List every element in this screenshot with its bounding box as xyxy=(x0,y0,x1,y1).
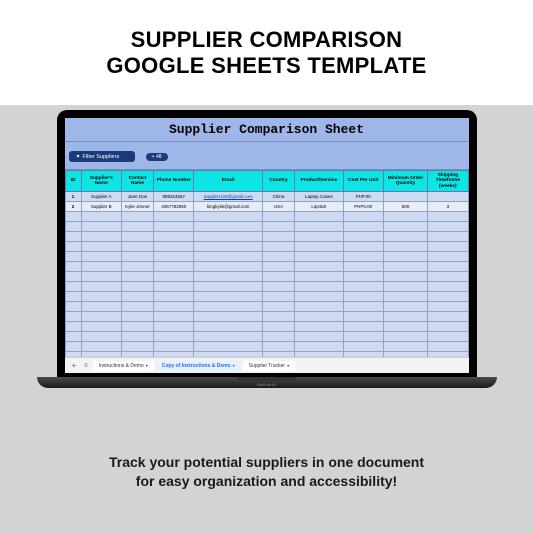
all-sheets-button[interactable]: ≡ xyxy=(81,363,91,369)
sheet-title: Supplier Comparison Sheet xyxy=(65,118,469,142)
table-row[interactable] xyxy=(65,321,468,331)
table-row[interactable] xyxy=(65,241,468,251)
cell-product[interactable]: Laptop Cases xyxy=(295,191,343,201)
col-country[interactable]: Country xyxy=(262,171,294,192)
chevron-down-icon: ▾ xyxy=(233,363,235,368)
col-email[interactable]: Email xyxy=(194,171,263,192)
table-row[interactable] xyxy=(65,311,468,321)
add-pill[interactable]: + 48 xyxy=(146,153,168,161)
cell-phone[interactable]: 989324567 xyxy=(154,191,194,201)
cell-cost[interactable]: PHP0.00 xyxy=(343,201,383,211)
laptop-mockup: Supplier Comparison Sheet Filter Supplie… xyxy=(57,110,477,388)
tagline: Track your potential suppliers in one do… xyxy=(0,453,533,491)
table-body: 1 Supplier A Jane Doe 989324567 Supplier… xyxy=(65,191,468,371)
cell-id[interactable]: 1 xyxy=(65,191,81,201)
tagline-line-1: Track your potential suppliers in one do… xyxy=(109,454,424,470)
filter-label: Filter Suppliers xyxy=(83,154,120,160)
table-row[interactable] xyxy=(65,301,468,311)
chevron-down-icon: ▾ xyxy=(146,363,148,368)
tagline-line-2: for easy organization and accessibility! xyxy=(136,473,397,489)
col-id[interactable]: ID xyxy=(65,171,81,192)
cell-email[interactable]: kingkylie@gmail.com xyxy=(194,201,263,211)
table-row[interactable] xyxy=(65,261,468,271)
cell-phone[interactable]: 4057782980 xyxy=(154,201,194,211)
cell-ship[interactable] xyxy=(428,191,468,201)
supplier-table: ID Supplier's Name Contact Name Phone Nu… xyxy=(65,170,469,372)
top-banner: SUPPLIER COMPARISON GOOGLE SHEETS TEMPLA… xyxy=(0,0,533,105)
col-phone[interactable]: Phone Number xyxy=(154,171,194,192)
table-row[interactable] xyxy=(65,331,468,341)
col-product[interactable]: Product/Service xyxy=(295,171,343,192)
table-row[interactable] xyxy=(65,281,468,291)
filter-suppliers-button[interactable]: Filter Suppliers xyxy=(69,151,136,162)
table-row[interactable] xyxy=(65,231,468,241)
cell-contact[interactable]: Jane Doe xyxy=(121,191,153,201)
screen-bezel: Supplier Comparison Sheet Filter Supplie… xyxy=(57,110,477,377)
cell-country[interactable]: USA xyxy=(262,201,294,211)
cell-name[interactable]: Supplier B xyxy=(81,201,121,211)
cell-moq[interactable]: 500 xyxy=(383,201,427,211)
cell-product[interactable]: Lipstick xyxy=(295,201,343,211)
device-label: MacBook Air xyxy=(257,383,277,387)
col-name[interactable]: Supplier's Name xyxy=(81,171,121,192)
table-row[interactable] xyxy=(65,291,468,301)
table-row[interactable] xyxy=(65,251,468,261)
main-heading: SUPPLIER COMPARISON GOOGLE SHEETS TEMPLA… xyxy=(106,27,426,78)
col-moq[interactable]: Minimum Order Quantity xyxy=(383,171,427,192)
table-row[interactable] xyxy=(65,221,468,231)
cell-ship[interactable]: 3 xyxy=(428,201,468,211)
cell-email[interactable]: Supplier129@gmail.com xyxy=(194,191,263,201)
sheet-tabs: + ≡ Instructions & Demo▾ Copy of Instruc… xyxy=(65,357,469,373)
laptop-base: MacBook Air xyxy=(37,377,497,388)
col-contact[interactable]: Contact Name xyxy=(121,171,153,192)
tab-instructions[interactable]: Instructions & Demo▾ xyxy=(93,361,154,371)
add-sheet-button[interactable]: + xyxy=(69,361,80,370)
table-row[interactable]: 2 Supplier B Kylie Jenner 4057782980 kin… xyxy=(65,201,468,211)
heading-line-2: GOOGLE SHEETS TEMPLATE xyxy=(106,53,426,78)
cell-id[interactable]: 2 xyxy=(65,201,81,211)
cell-name[interactable]: Supplier A xyxy=(81,191,121,201)
cell-cost[interactable]: PHP.00 xyxy=(343,191,383,201)
table-row[interactable] xyxy=(65,341,468,351)
filter-bar: Filter Suppliers + 48 xyxy=(65,142,469,170)
table-row[interactable] xyxy=(65,211,468,221)
screen: Supplier Comparison Sheet Filter Supplie… xyxy=(65,118,469,373)
cell-country[interactable]: China xyxy=(262,191,294,201)
cell-contact[interactable]: Kylie Jenner xyxy=(121,201,153,211)
heading-line-1: SUPPLIER COMPARISON xyxy=(131,27,403,52)
table-row[interactable] xyxy=(65,271,468,281)
col-ship[interactable]: Shipping Timeframe (weeks) xyxy=(428,171,468,192)
table-header-row: ID Supplier's Name Contact Name Phone Nu… xyxy=(65,171,468,192)
tab-copy-instructions[interactable]: Copy of Instructions & Demo▾ xyxy=(156,361,241,371)
tab-supplier-tracker[interactable]: Supplier Tracker▾ xyxy=(243,361,295,371)
table-row[interactable]: 1 Supplier A Jane Doe 989324567 Supplier… xyxy=(65,191,468,201)
col-cost[interactable]: Cost Per Unit xyxy=(343,171,383,192)
cell-moq[interactable] xyxy=(383,191,427,201)
chevron-down-icon: ▾ xyxy=(287,363,289,368)
